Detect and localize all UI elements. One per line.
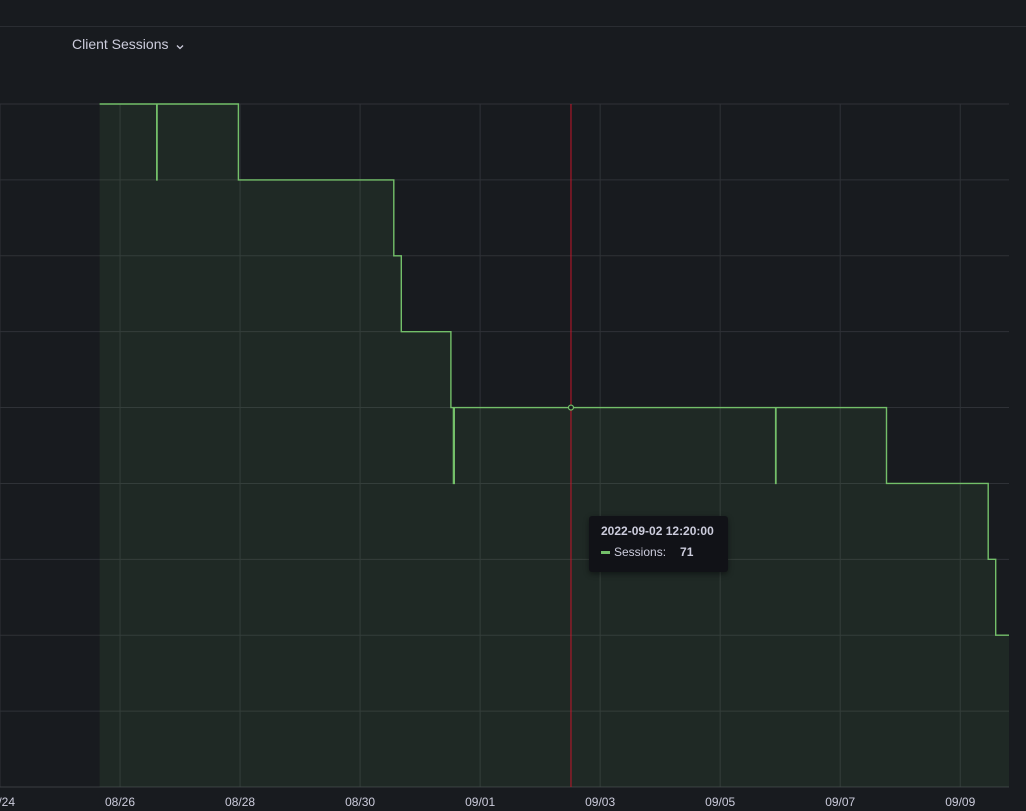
x-tick-label: 08/28	[225, 795, 255, 809]
x-tick-label: 09/09	[945, 795, 975, 809]
x-tick-label: 08/30	[345, 795, 375, 809]
x-tick-label: 09/01	[465, 795, 495, 809]
panel-header[interactable]: Client Sessions	[72, 34, 185, 54]
x-tick-label: 09/07	[825, 795, 855, 809]
hover-tooltip: 2022-09-02 12:20:00 Sessions: 71	[589, 516, 728, 572]
tooltip-timestamp: 2022-09-02 12:20:00	[601, 524, 714, 538]
dashboard-top-bar	[0, 0, 1026, 27]
panel-title[interactable]: Client Sessions	[72, 36, 169, 52]
series-area-fill	[99, 104, 1010, 787]
x-tick-label: 09/03	[585, 795, 615, 809]
series-color-swatch	[601, 550, 610, 554]
x-tick-label: 08/24	[0, 795, 15, 809]
tooltip-series-row: Sessions: 71	[601, 545, 693, 559]
tooltip-series-value: 71	[680, 545, 694, 559]
x-tick-label: 09/05	[705, 795, 735, 809]
x-tick-label: 08/26	[105, 795, 135, 809]
hover-point	[567, 404, 575, 411]
tooltip-series-name: Sessions:	[614, 545, 667, 559]
client-sessions-panel: Client Sessions 08/24 08/26 08/28 08/30 09/0…	[0, 27, 1026, 811]
chevron-down-icon[interactable]	[175, 39, 185, 50]
time-series-chart[interactable]: 08/24 08/26 08/28 08/30 09/01 09/03 09/05 09/07…	[0, 54, 1026, 811]
